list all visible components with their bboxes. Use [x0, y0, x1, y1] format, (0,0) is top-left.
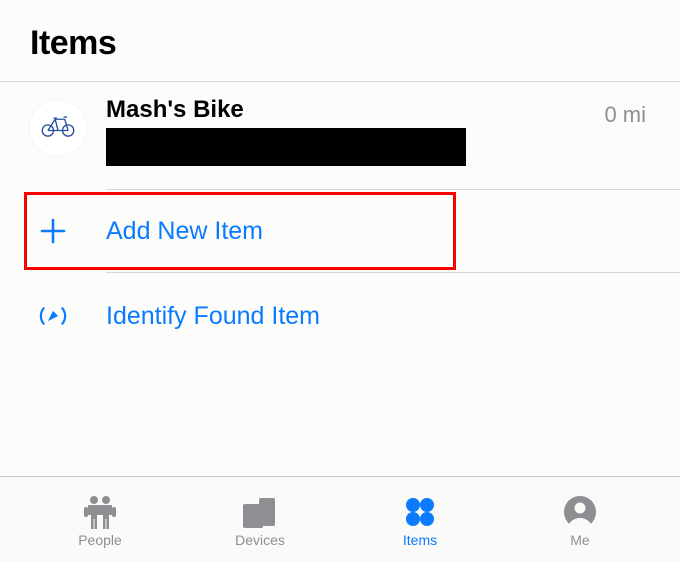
- tab-label-items: Items: [403, 532, 437, 548]
- bicycle-icon: [40, 112, 76, 145]
- tab-items[interactable]: Items: [375, 494, 465, 548]
- tab-bar: People Devices Items: [0, 476, 680, 562]
- blank-area: [0, 359, 680, 479]
- tab-devices[interactable]: Devices: [215, 494, 305, 548]
- plus-icon: [36, 214, 70, 248]
- item-row[interactable]: Mash's Bike 0 mi: [0, 82, 680, 189]
- item-icon-circle: [30, 100, 86, 156]
- item-distance: 0 mi: [604, 102, 650, 128]
- items-grid-icon: [404, 494, 436, 530]
- item-subtitle-redacted: [106, 128, 466, 166]
- tab-label-devices: Devices: [235, 532, 285, 548]
- identify-found-item-row[interactable]: Identify Found Item: [0, 273, 680, 359]
- page-title: Items: [30, 24, 650, 63]
- identify-found-item-label: Identify Found Item: [106, 302, 320, 331]
- add-new-item-row[interactable]: Add New Item: [0, 190, 680, 272]
- tab-label-me: Me: [570, 532, 589, 548]
- header: Items: [0, 0, 680, 81]
- item-title: Mash's Bike: [106, 96, 604, 124]
- tab-label-people: People: [78, 532, 122, 548]
- tab-me[interactable]: Me: [535, 494, 625, 548]
- add-new-item-label: Add New Item: [106, 217, 263, 246]
- locate-radar-icon: [36, 299, 70, 333]
- tab-people[interactable]: People: [55, 494, 145, 548]
- devices-icon: [241, 494, 279, 530]
- people-icon: [80, 494, 120, 530]
- person-circle-icon: [563, 494, 597, 530]
- item-text-block: Mash's Bike: [106, 96, 604, 189]
